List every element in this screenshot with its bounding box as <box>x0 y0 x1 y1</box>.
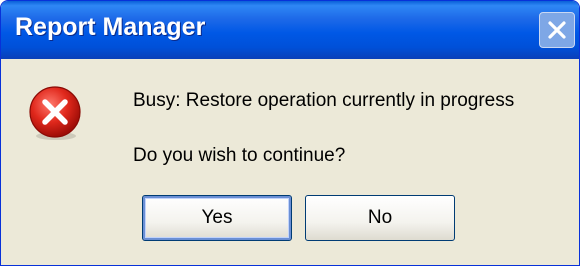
dialog-window: Report Manager Busy: Restore operation c… <box>0 0 580 266</box>
error-icon <box>29 86 81 140</box>
dialog-body: Busy: Restore operation currently in pro… <box>1 59 579 265</box>
close-icon <box>548 21 566 39</box>
close-button[interactable] <box>539 12 575 48</box>
message-line-1: Busy: Restore operation currently in pro… <box>133 90 515 111</box>
no-button[interactable]: No <box>305 195 455 241</box>
window-title: Report Manager <box>15 13 206 41</box>
message-line-2: Do you wish to continue? <box>133 145 346 166</box>
yes-button[interactable]: Yes <box>142 195 292 241</box>
title-bar[interactable]: Report Manager <box>1 1 579 59</box>
